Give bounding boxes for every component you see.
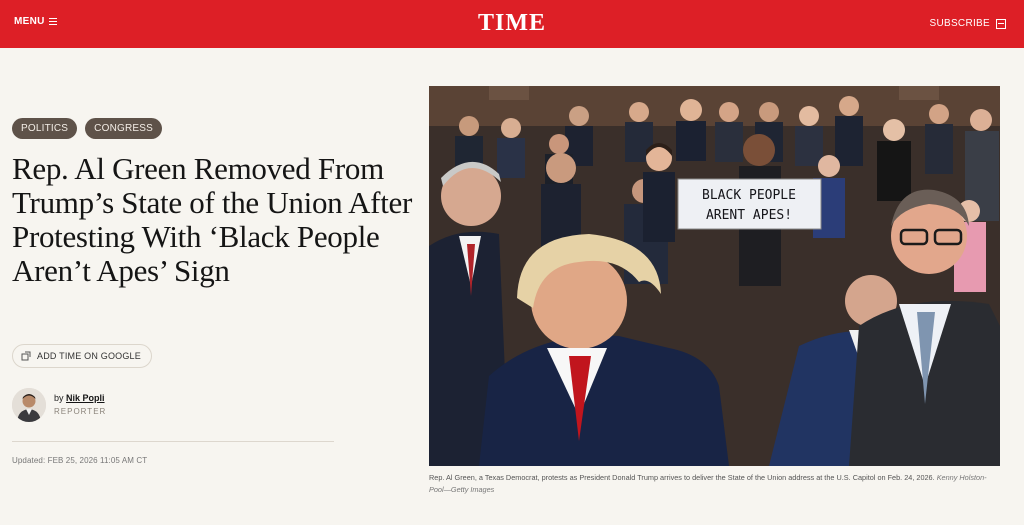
author-role: REPORTER [54, 407, 107, 416]
caption-text: Rep. Al Green, a Texas Democrat, protest… [429, 473, 935, 482]
author-avatar [12, 388, 46, 422]
time-logo[interactable]: TIME [0, 10, 1024, 37]
add-time-on-google-label: ADD TIME ON GOOGLE [37, 351, 141, 361]
author-name-link[interactable]: Nik Popli [66, 393, 105, 403]
divider [12, 441, 334, 442]
add-time-on-google-button[interactable]: ADD TIME ON GOOGLE [12, 344, 152, 368]
photo-caption: Rep. Al Green, a Texas Democrat, protest… [429, 472, 1000, 496]
subscribe-label: SUBSCRIBE [929, 18, 990, 29]
author-block: by Nik Popli REPORTER [12, 388, 106, 422]
topic-tags: POLITICS CONGRESS [12, 118, 163, 139]
sign-line-1: BLACK PEOPLE [702, 188, 796, 203]
top-navigation-bar: MENU TIME SUBSCRIBE [0, 0, 1024, 48]
subscribe-button[interactable]: SUBSCRIBE [929, 18, 1006, 29]
add-source-icon [21, 351, 31, 361]
man-background-face [546, 153, 576, 183]
tag-congress[interactable]: CONGRESS [85, 118, 163, 139]
sign-line-2: ARENT APES! [706, 208, 792, 223]
subscribe-icon [996, 18, 1006, 29]
byline-prefix: by [54, 393, 64, 403]
lead-photo: BLACK PEOPLE ARENT APES! [429, 86, 1000, 466]
protest-sign: BLACK PEOPLE ARENT APES! [677, 178, 822, 230]
updated-timestamp: Updated: FEB 25, 2026 11:05 AM CT [12, 456, 148, 465]
article-headline: Rep. Al Green Removed From Trump’s State… [12, 151, 412, 288]
tag-politics[interactable]: POLITICS [12, 118, 78, 139]
